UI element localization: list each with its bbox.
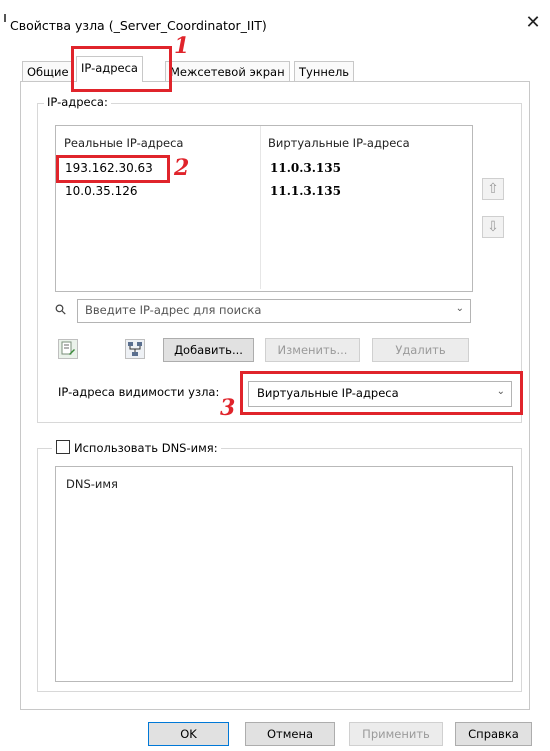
header-virtual-ip: Виртуальные IP-адреса bbox=[268, 136, 410, 150]
window-edge bbox=[4, 14, 6, 22]
apply-button[interactable]: Применить bbox=[349, 722, 443, 746]
edit-properties-icon[interactable] bbox=[58, 339, 78, 359]
close-icon[interactable]: ✕ bbox=[522, 12, 544, 34]
annotation-2: 2 bbox=[174, 155, 190, 181]
dns-checkbox[interactable] bbox=[56, 440, 70, 454]
header-real-ip: Реальные IP-адреса bbox=[64, 136, 184, 150]
cancel-button[interactable]: Отмена bbox=[245, 722, 335, 746]
move-up-icon[interactable]: ⇧ bbox=[482, 178, 504, 200]
highlight-frame-ip bbox=[56, 155, 170, 183]
ip-group-legend: IP-адреса: bbox=[44, 95, 111, 109]
annotation-1: 1 bbox=[174, 33, 190, 59]
chevron-down-icon[interactable]: ⌄ bbox=[456, 303, 464, 314]
search-placeholder: Введите IP-адрес для поиска bbox=[85, 303, 262, 317]
ok-button[interactable]: OK bbox=[148, 722, 229, 746]
tab-general[interactable]: Общие bbox=[22, 61, 74, 82]
help-button[interactable]: Справка bbox=[455, 722, 532, 746]
edit-button[interactable]: Изменить... bbox=[265, 338, 360, 362]
dns-legend: Использовать DNS-имя: bbox=[52, 440, 221, 455]
delete-button[interactable]: Удалить bbox=[372, 338, 469, 362]
real-ip-cell[interactable]: 10.0.35.126 bbox=[65, 184, 138, 198]
add-button[interactable]: Добавить... bbox=[163, 338, 254, 362]
virtual-ip-cell[interactable]: 11.0.3.135 bbox=[270, 161, 341, 175]
virtual-ip-cell[interactable]: 11.1.3.135 bbox=[270, 184, 341, 198]
dns-checkbox-label[interactable]: Использовать DNS-имя: bbox=[74, 441, 218, 455]
dns-list[interactable] bbox=[55, 466, 513, 682]
search-input[interactable]: Введите IP-адрес для поиска ⌄ bbox=[77, 299, 471, 323]
move-down-icon[interactable]: ⇩ bbox=[482, 216, 504, 238]
highlight-frame-visibility bbox=[240, 371, 523, 415]
ip-address-list[interactable] bbox=[55, 125, 473, 292]
highlight-frame-tab bbox=[71, 46, 172, 92]
network-map-icon[interactable] bbox=[125, 339, 145, 359]
column-separator bbox=[260, 126, 261, 289]
visibility-label: IP-адреса видимости узла: bbox=[58, 385, 220, 399]
dns-column-header: DNS-имя bbox=[66, 477, 118, 491]
tab-tunnel[interactable]: Туннель bbox=[294, 61, 355, 82]
tab-firewall[interactable]: Межсетевой экран bbox=[165, 61, 290, 82]
annotation-3: 3 bbox=[220, 395, 236, 421]
window-title: Свойства узла (_Server_Coordinator_IIT) bbox=[10, 18, 267, 33]
